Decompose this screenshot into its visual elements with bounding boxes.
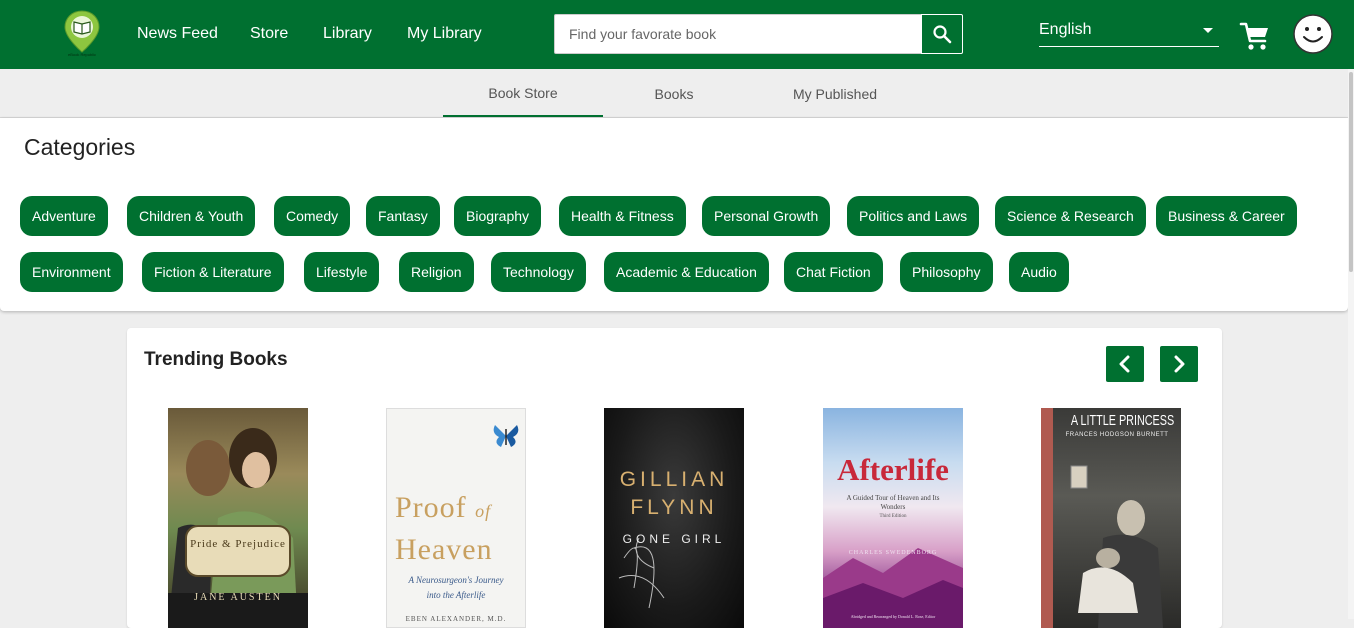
- logo-text: eBook Republic: [67, 52, 97, 57]
- category-lifestyle[interactable]: Lifestyle: [304, 252, 380, 292]
- carousel-next-button[interactable]: [1160, 346, 1198, 382]
- nav-my-library[interactable]: My Library: [407, 24, 482, 44]
- carousel-prev-button[interactable]: [1106, 346, 1144, 382]
- book-cover-title: Afterlife: [837, 452, 949, 487]
- nav-news-feed[interactable]: News Feed: [137, 24, 218, 44]
- category-environment[interactable]: Environment: [20, 252, 123, 292]
- category-adventure[interactable]: Adventure: [20, 196, 108, 236]
- page-scrollbar-thumb[interactable]: [1349, 72, 1353, 272]
- book-cover-author: JANE AUSTEN: [194, 592, 282, 603]
- search-box: [554, 14, 922, 54]
- category-philosophy[interactable]: Philosophy: [900, 252, 993, 292]
- category-health-fitness[interactable]: Health & Fitness: [559, 196, 686, 236]
- book-cover-author-last: FLYNN: [630, 496, 718, 519]
- search-icon: [933, 25, 952, 44]
- book-cover-author-first: GILLIAN: [619, 468, 729, 491]
- search-button[interactable]: [921, 14, 963, 54]
- category-science-research[interactable]: Science & Research: [995, 196, 1146, 236]
- book-cover-pride-and-prejudice[interactable]: Pride & Prejudice JANE AUSTEN: [168, 408, 308, 628]
- chevron-left-icon: [1119, 355, 1130, 373]
- category-technology[interactable]: Technology: [491, 252, 586, 292]
- trending-title: Trending Books: [144, 349, 288, 370]
- nav-store[interactable]: Store: [250, 24, 288, 44]
- book-cover-afterlife[interactable]: Afterlife A Guided Tour of Heaven and It…: [823, 408, 963, 628]
- book-cover-title: GONE GIRL: [622, 532, 726, 546]
- tab-book-store[interactable]: Book Store: [443, 70, 603, 117]
- category-chat-fiction[interactable]: Chat Fiction: [784, 252, 883, 292]
- category-personal-growth[interactable]: Personal Growth: [702, 196, 831, 236]
- book-cover-author: CHARLES SWEDENBORG: [848, 550, 938, 556]
- book-cover-subtitle: A Guided Tour of Heaven and Its Wonders: [846, 494, 940, 511]
- trending-books-section: Trending Books Pride & Prejudice JANE AU…: [127, 328, 1222, 628]
- category-politics-laws[interactable]: Politics and Laws: [847, 196, 980, 236]
- book-cover-author: EBEN ALEXANDER, M.D.: [405, 615, 507, 623]
- book-cover-author: FRANCES HODGSON BURNETT: [1065, 432, 1169, 438]
- cart-icon[interactable]: [1239, 20, 1271, 52]
- category-audio[interactable]: Audio: [1009, 252, 1069, 292]
- book-cover-proof-of-heaven[interactable]: Proof of Heaven A Neurosurgeon's Journey…: [386, 408, 526, 628]
- tab-books[interactable]: Books: [603, 70, 745, 117]
- category-biography[interactable]: Biography: [454, 196, 542, 236]
- book-cover-title-part1: Proof: [395, 491, 467, 524]
- category-academic-education[interactable]: Academic & Education: [604, 252, 769, 292]
- category-comedy[interactable]: Comedy: [274, 196, 351, 236]
- butterfly-icon: [493, 425, 519, 447]
- book-logo-icon[interactable]: eBook Republic: [60, 8, 104, 62]
- nav-library[interactable]: Library: [323, 24, 372, 44]
- language-value: English: [1039, 21, 1092, 38]
- top-app-bar: eBook Republic News Feed Store Library M…: [0, 0, 1354, 69]
- book-cover-edition: Third Edition: [879, 514, 907, 519]
- category-fiction-literature[interactable]: Fiction & Literature: [142, 252, 284, 292]
- book-cover-footer: Abridged and Rearranged by Donald L. Ros…: [850, 614, 936, 619]
- book-cover-gone-girl[interactable]: GILLIAN FLYNN GONE GIRL: [604, 408, 744, 628]
- book-cover-title: Pride & Prejudice: [190, 538, 286, 550]
- smiley-avatar-icon[interactable]: [1292, 13, 1334, 55]
- tab-my-published[interactable]: My Published: [760, 70, 910, 117]
- chevron-right-icon: [1174, 355, 1185, 373]
- search-input[interactable]: [555, 15, 921, 53]
- book-cover-title: A LITTLE PRINCESS: [1070, 412, 1175, 429]
- book-cover-title-part2: Heaven: [395, 533, 493, 566]
- category-business-career[interactable]: Business & Career: [1156, 196, 1297, 236]
- language-select[interactable]: English: [1039, 18, 1219, 47]
- categories-panel: Categories Adventure Children & Youth Co…: [0, 118, 1348, 311]
- book-cover-subtitle: A Neurosurgeon's Journey into the Afterl…: [408, 575, 504, 600]
- category-religion[interactable]: Religion: [399, 252, 474, 292]
- category-children-youth[interactable]: Children & Youth: [127, 196, 256, 236]
- categories-title: Categories: [24, 134, 136, 160]
- chevron-down-icon: [1203, 28, 1213, 33]
- book-cover-title-of: of: [475, 501, 492, 521]
- book-cover-art: [1070, 465, 1163, 628]
- book-cover-a-little-princess[interactable]: A LITTLE PRINCESS FRANCES HODGSON BURNET…: [1041, 408, 1181, 628]
- category-fantasy[interactable]: Fantasy: [366, 196, 440, 236]
